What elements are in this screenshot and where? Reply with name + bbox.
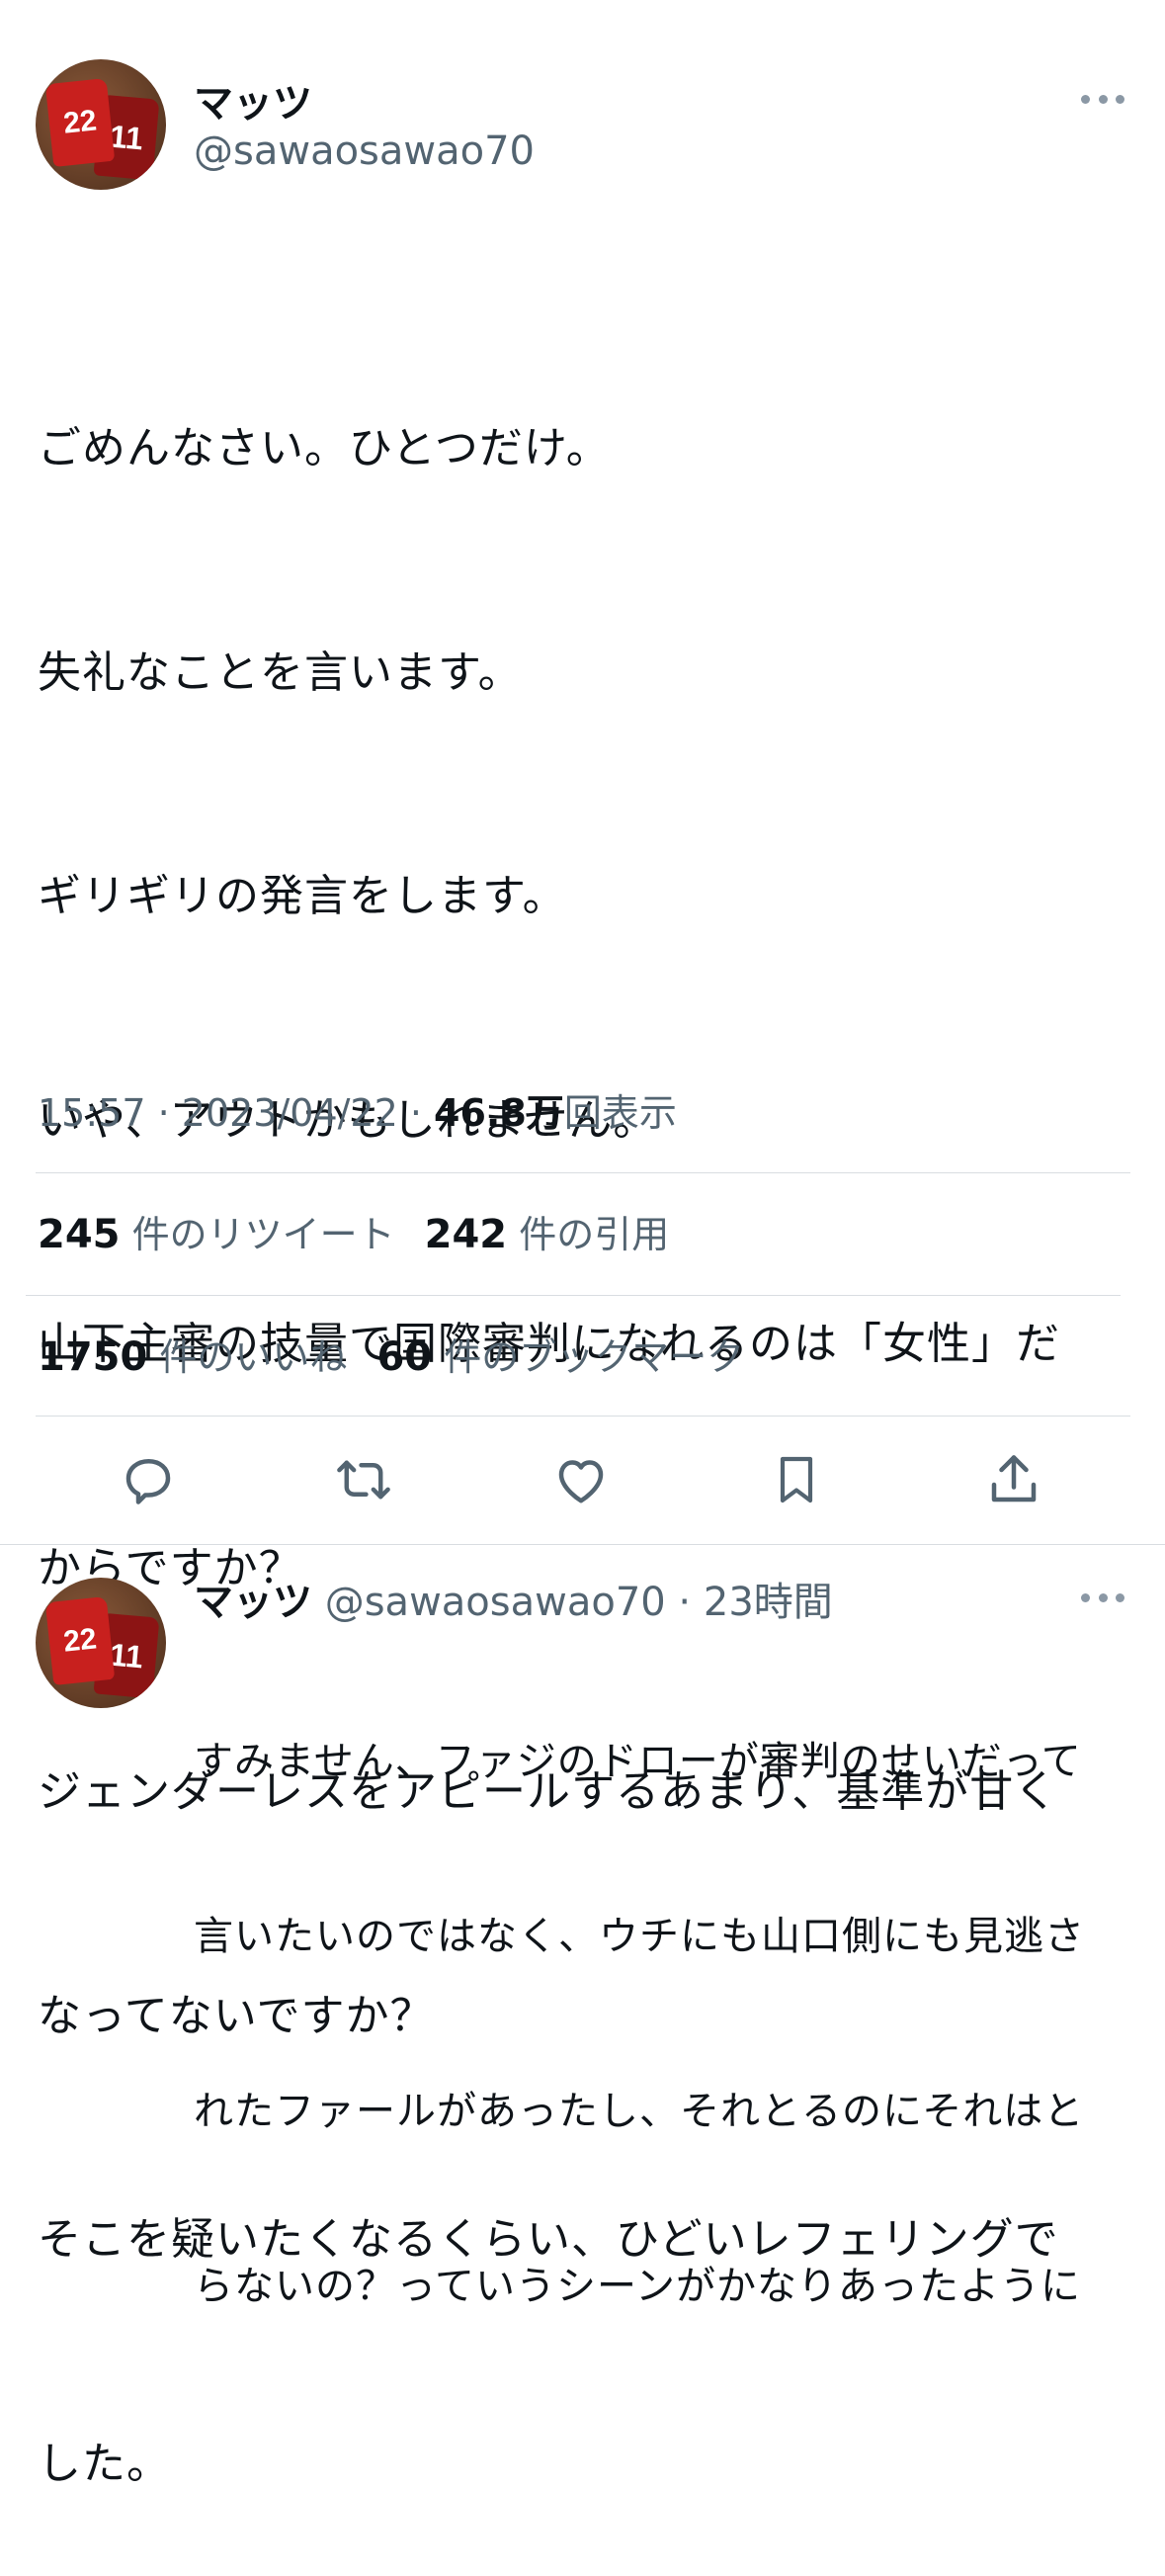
reply-text: すみません、ファジのドローが審判のせいだって 言いたいのではなく、ウチにも山口側…: [194, 1616, 1127, 2374]
retweet-icon[interactable]: [329, 1445, 398, 1514]
bookmark-icon[interactable]: [762, 1445, 831, 1514]
likes-stat[interactable]: 1750 件のいいね: [38, 1334, 348, 1380]
view-label: 回表示: [563, 1091, 677, 1135]
like-label: 件のいいね: [159, 1335, 348, 1379]
reply-line: 言いたいのではなく、ウチにも山口側にも見逃さ: [194, 1914, 1085, 1959]
divider: [36, 1172, 1130, 1173]
tweet-meta: 15:57 · 2023/04/22 · 46.8万回表示: [38, 1091, 677, 1135]
bookmarks-stat[interactable]: 60 件のブックマーク: [376, 1334, 745, 1380]
share-icon[interactable]: [979, 1445, 1048, 1514]
reply-icon[interactable]: [114, 1445, 183, 1514]
author-handle[interactable]: @sawaosawao70: [194, 129, 535, 174]
quote-count: 242: [424, 1212, 508, 1257]
view-count: 46.8万: [434, 1091, 564, 1135]
tweet-date[interactable]: 2023/04/22: [182, 1091, 398, 1135]
reply-author-avatar[interactable]: 11 22: [36, 1578, 166, 1708]
tweet-line: ごめんなさい。ひとつだけ。: [38, 423, 611, 473]
tweet-line: ギリギリの発言をします。: [38, 871, 567, 921]
more-options-icon[interactable]: [1081, 89, 1124, 109]
like-count: 1750: [38, 1334, 148, 1380]
stats-likes-bookmarks: 1750 件のいいね 60 件のブックマーク: [38, 1327, 744, 1381]
tweet-line: した。: [38, 2438, 171, 2489]
divider: [0, 1544, 1165, 1545]
quote-label: 件の引用: [519, 1213, 670, 1256]
tweet-time[interactable]: 15:57: [38, 1091, 146, 1135]
author-name[interactable]: マッツ: [194, 71, 312, 129]
quotes-stat[interactable]: 242 件の引用: [424, 1212, 670, 1257]
jersey-front: 22: [44, 77, 116, 168]
jersey-front: 22: [44, 1595, 116, 1686]
divider: [26, 1295, 1121, 1296]
tweet-line: 失礼なことを言います。: [38, 646, 523, 698]
author-avatar[interactable]: 11 22: [36, 59, 166, 190]
bookmark-label: 件のブックマーク: [444, 1335, 745, 1379]
retweets-stat[interactable]: 245 件のリツイート: [38, 1212, 395, 1257]
reply-line: らないの？っていうシーンがかなりあったように: [194, 2264, 1081, 2309]
retweet-count: 245: [38, 1212, 121, 1257]
reply-more-options-icon[interactable]: [1081, 1588, 1124, 1607]
reply-line: すみません、ファジのドローが審判のせいだって: [194, 1739, 1082, 1784]
stats-retweets-quotes: 245 件のリツイート 242 件の引用: [38, 1204, 669, 1258]
retweet-label: 件のリツイート: [131, 1213, 395, 1256]
like-icon[interactable]: [546, 1445, 616, 1514]
reply-line: れたファールがあったし、それとるのにそれはと: [194, 2089, 1085, 2134]
bookmark-count: 60: [376, 1334, 433, 1380]
divider: [36, 1416, 1130, 1417]
